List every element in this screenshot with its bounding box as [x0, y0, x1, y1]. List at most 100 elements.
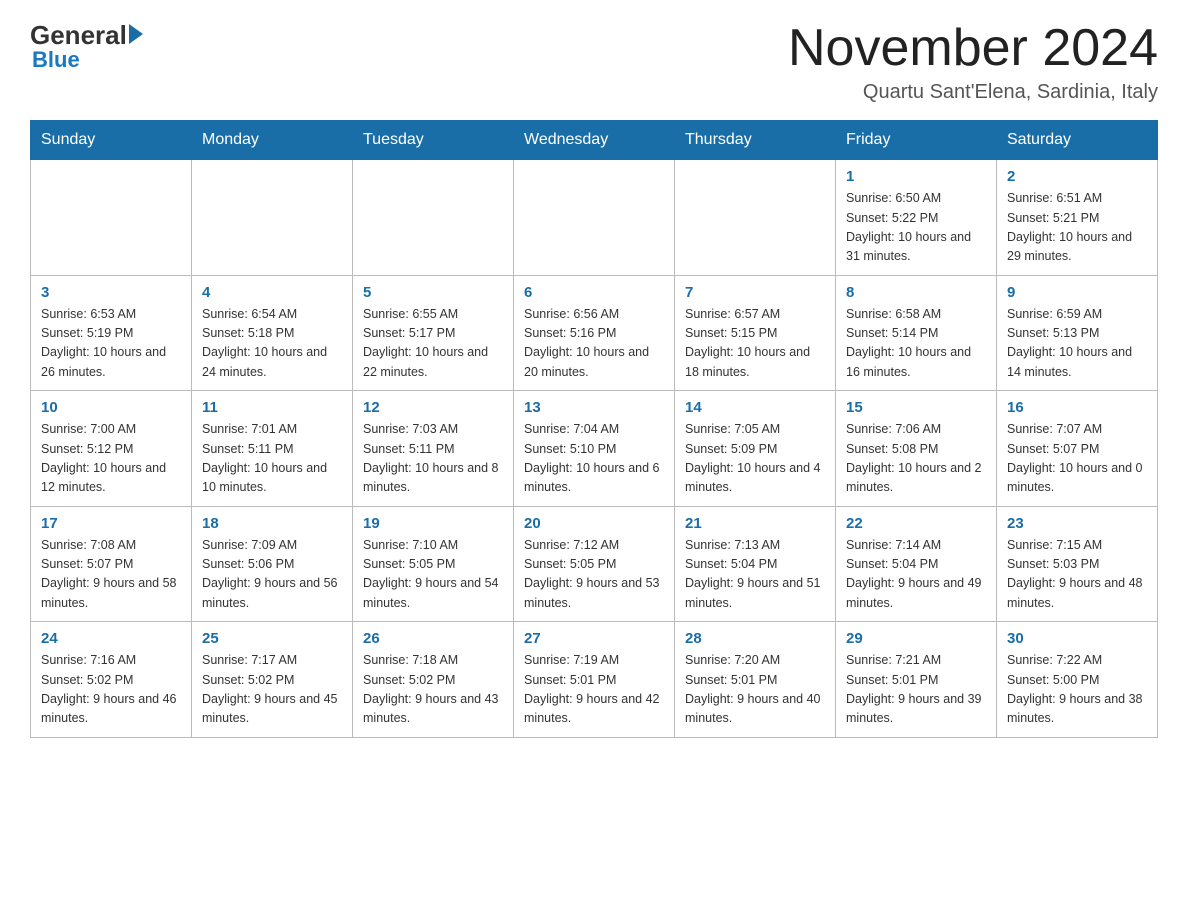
- day-number: 6: [524, 284, 664, 301]
- day-number: 18: [202, 515, 342, 532]
- calendar-cell: 30 Sunrise: 7:22 AM Sunset: 5:00 PM Dayli…: [997, 622, 1158, 738]
- day-info: Sunrise: 6:50 AM Sunset: 5:22 PM Dayligh…: [846, 189, 986, 267]
- logo-area: General Blue: [30, 20, 143, 73]
- weekday-header-monday: Monday: [192, 121, 353, 160]
- day-number: 16: [1007, 399, 1147, 416]
- week-row-2: 3 Sunrise: 6:53 AM Sunset: 5:19 PM Daylig…: [31, 275, 1158, 391]
- day-info: Sunrise: 7:06 AM Sunset: 5:08 PM Dayligh…: [846, 420, 986, 498]
- day-info: Sunrise: 7:12 AM Sunset: 5:05 PM Dayligh…: [524, 536, 664, 614]
- day-number: 23: [1007, 515, 1147, 532]
- day-info: Sunrise: 7:14 AM Sunset: 5:04 PM Dayligh…: [846, 536, 986, 614]
- calendar-cell: 6 Sunrise: 6:56 AM Sunset: 5:16 PM Daylig…: [514, 275, 675, 391]
- day-number: 22: [846, 515, 986, 532]
- calendar-cell: [675, 160, 836, 276]
- day-info: Sunrise: 7:16 AM Sunset: 5:02 PM Dayligh…: [41, 651, 181, 729]
- day-info: Sunrise: 6:53 AM Sunset: 5:19 PM Dayligh…: [41, 305, 181, 383]
- day-info: Sunrise: 6:56 AM Sunset: 5:16 PM Dayligh…: [524, 305, 664, 383]
- day-info: Sunrise: 6:57 AM Sunset: 5:15 PM Dayligh…: [685, 305, 825, 383]
- day-number: 2: [1007, 168, 1147, 185]
- day-info: Sunrise: 6:58 AM Sunset: 5:14 PM Dayligh…: [846, 305, 986, 383]
- weekday-header-sunday: Sunday: [31, 121, 192, 160]
- day-number: 13: [524, 399, 664, 416]
- weekday-header-tuesday: Tuesday: [353, 121, 514, 160]
- day-number: 14: [685, 399, 825, 416]
- day-number: 5: [363, 284, 503, 301]
- day-number: 4: [202, 284, 342, 301]
- week-row-3: 10 Sunrise: 7:00 AM Sunset: 5:12 PM Dayli…: [31, 391, 1158, 507]
- day-number: 27: [524, 630, 664, 647]
- calendar-cell: 26Sunrise: 7:18 AM Sunset: 5:02 PM Dayli…: [353, 622, 514, 738]
- calendar-cell: [514, 160, 675, 276]
- day-number: 25: [202, 630, 342, 647]
- day-info: Sunrise: 7:22 AM Sunset: 5:00 PM Dayligh…: [1007, 651, 1147, 729]
- calendar-cell: 29Sunrise: 7:21 AM Sunset: 5:01 PM Dayli…: [836, 622, 997, 738]
- calendar-cell: 8 Sunrise: 6:58 AM Sunset: 5:14 PM Daylig…: [836, 275, 997, 391]
- day-info: Sunrise: 6:54 AM Sunset: 5:18 PM Dayligh…: [202, 305, 342, 383]
- day-info: Sunrise: 7:01 AM Sunset: 5:11 PM Dayligh…: [202, 420, 342, 498]
- weekday-header-saturday: Saturday: [997, 121, 1158, 160]
- calendar-cell: 27 Sunrise: 7:19 AM Sunset: 5:01 PM Dayli…: [514, 622, 675, 738]
- day-info: Sunrise: 7:09 AM Sunset: 5:06 PM Dayligh…: [202, 536, 342, 614]
- calendar-cell: 12 Sunrise: 7:03 AM Sunset: 5:11 PM Dayli…: [353, 391, 514, 507]
- day-number: 3: [41, 284, 181, 301]
- day-number: 1: [846, 168, 986, 185]
- week-row-4: 17Sunrise: 7:08 AM Sunset: 5:07 PM Dayli…: [31, 506, 1158, 622]
- calendar-cell: 19 Sunrise: 7:10 AM Sunset: 5:05 PM Dayli…: [353, 506, 514, 622]
- calendar-cell: 11 Sunrise: 7:01 AM Sunset: 5:11 PM Dayli…: [192, 391, 353, 507]
- calendar-cell: 22 Sunrise: 7:14 AM Sunset: 5:04 PM Dayli…: [836, 506, 997, 622]
- day-number: 21: [685, 515, 825, 532]
- calendar-cell: 4 Sunrise: 6:54 AM Sunset: 5:18 PM Daylig…: [192, 275, 353, 391]
- day-info: Sunrise: 7:07 AM Sunset: 5:07 PM Dayligh…: [1007, 420, 1147, 498]
- calendar-cell: [31, 160, 192, 276]
- calendar-cell: 20 Sunrise: 7:12 AM Sunset: 5:05 PM Dayli…: [514, 506, 675, 622]
- day-info: Sunrise: 7:19 AM Sunset: 5:01 PM Dayligh…: [524, 651, 664, 729]
- calendar-cell: 2 Sunrise: 6:51 AM Sunset: 5:21 PM Daylig…: [997, 160, 1158, 276]
- title-area: November 2024 Quartu Sant'Elena, Sardini…: [788, 20, 1158, 104]
- day-number: 28: [685, 630, 825, 647]
- calendar-cell: 16 Sunrise: 7:07 AM Sunset: 5:07 PM Dayli…: [997, 391, 1158, 507]
- calendar-cell: 13 Sunrise: 7:04 AM Sunset: 5:10 PM Dayli…: [514, 391, 675, 507]
- day-number: 30: [1007, 630, 1147, 647]
- day-number: 12: [363, 399, 503, 416]
- logo-arrow-icon: [129, 24, 143, 44]
- calendar-cell: 1 Sunrise: 6:50 AM Sunset: 5:22 PM Daylig…: [836, 160, 997, 276]
- day-info: Sunrise: 6:55 AM Sunset: 5:17 PM Dayligh…: [363, 305, 503, 383]
- day-info: Sunrise: 6:51 AM Sunset: 5:21 PM Dayligh…: [1007, 189, 1147, 267]
- calendar-cell: 3 Sunrise: 6:53 AM Sunset: 5:19 PM Daylig…: [31, 275, 192, 391]
- day-info: Sunrise: 6:59 AM Sunset: 5:13 PM Dayligh…: [1007, 305, 1147, 383]
- day-info: Sunrise: 7:04 AM Sunset: 5:10 PM Dayligh…: [524, 420, 664, 498]
- calendar-cell: 14Sunrise: 7:05 AM Sunset: 5:09 PM Dayli…: [675, 391, 836, 507]
- day-number: 19: [363, 515, 503, 532]
- day-info: Sunrise: 7:10 AM Sunset: 5:05 PM Dayligh…: [363, 536, 503, 614]
- day-info: Sunrise: 7:18 AM Sunset: 5:02 PM Dayligh…: [363, 651, 503, 729]
- page-header: General Blue November 2024 Quartu Sant'E…: [30, 20, 1158, 104]
- day-info: Sunrise: 7:21 AM Sunset: 5:01 PM Dayligh…: [846, 651, 986, 729]
- day-info: Sunrise: 7:00 AM Sunset: 5:12 PM Dayligh…: [41, 420, 181, 498]
- logo-blue: Blue: [32, 47, 80, 73]
- day-info: Sunrise: 7:08 AM Sunset: 5:07 PM Dayligh…: [41, 536, 181, 614]
- day-number: 10: [41, 399, 181, 416]
- location-subtitle: Quartu Sant'Elena, Sardinia, Italy: [788, 81, 1158, 104]
- calendar-cell: 21 Sunrise: 7:13 AM Sunset: 5:04 PM Dayli…: [675, 506, 836, 622]
- day-info: Sunrise: 7:03 AM Sunset: 5:11 PM Dayligh…: [363, 420, 503, 498]
- calendar-cell: 15 Sunrise: 7:06 AM Sunset: 5:08 PM Dayli…: [836, 391, 997, 507]
- day-number: 20: [524, 515, 664, 532]
- calendar-cell: 23Sunrise: 7:15 AM Sunset: 5:03 PM Dayli…: [997, 506, 1158, 622]
- weekday-header-row: SundayMondayTuesdayWednesdayThursdayFrid…: [31, 121, 1158, 160]
- calendar-cell: [192, 160, 353, 276]
- day-info: Sunrise: 7:17 AM Sunset: 5:02 PM Dayligh…: [202, 651, 342, 729]
- calendar-cell: 28 Sunrise: 7:20 AM Sunset: 5:01 PM Dayli…: [675, 622, 836, 738]
- calendar-cell: 18 Sunrise: 7:09 AM Sunset: 5:06 PM Dayli…: [192, 506, 353, 622]
- day-info: Sunrise: 7:20 AM Sunset: 5:01 PM Dayligh…: [685, 651, 825, 729]
- calendar-cell: 17Sunrise: 7:08 AM Sunset: 5:07 PM Dayli…: [31, 506, 192, 622]
- day-number: 15: [846, 399, 986, 416]
- calendar-cell: 10 Sunrise: 7:00 AM Sunset: 5:12 PM Dayli…: [31, 391, 192, 507]
- day-number: 8: [846, 284, 986, 301]
- calendar-cell: [353, 160, 514, 276]
- day-number: 24: [41, 630, 181, 647]
- month-title: November 2024: [788, 20, 1158, 77]
- day-info: Sunrise: 7:13 AM Sunset: 5:04 PM Dayligh…: [685, 536, 825, 614]
- week-row-5: 24 Sunrise: 7:16 AM Sunset: 5:02 PM Dayli…: [31, 622, 1158, 738]
- calendar-cell: 25 Sunrise: 7:17 AM Sunset: 5:02 PM Dayli…: [192, 622, 353, 738]
- day-number: 11: [202, 399, 342, 416]
